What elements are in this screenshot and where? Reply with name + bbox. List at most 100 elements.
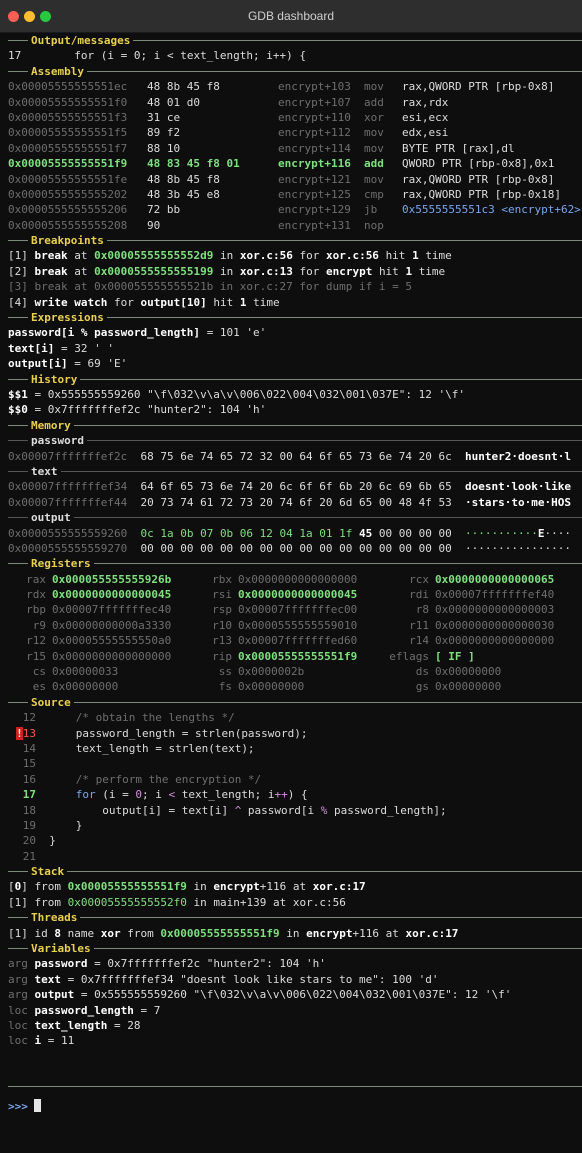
asm-symbol: encrypt+129 [278, 203, 351, 217]
source-line-current[interactable]: 17 for (i = 0; i < text_length; i++) { [8, 787, 582, 802]
register-value[interactable]: 0x0000000000000000 [429, 633, 565, 648]
gdb-prompt[interactable]: >>> [8, 1098, 582, 1114]
history-row[interactable]: $$0 = 0x7fffffffef2c "hunter2": 104 'h' [8, 402, 582, 417]
memory-row[interactable]: 0x00007fffffffef34 64 6f 65 73 6e 74 20 … [8, 479, 582, 494]
assembly-row[interactable]: 0x0000555555555202 48 3b 45 e8 encrypt+125… [8, 187, 582, 202]
breakpoint-row[interactable]: [4] write watch for output[10] hit 1 tim… [8, 295, 582, 310]
register-value[interactable]: 0x00000033 [46, 664, 194, 679]
assembly-row[interactable]: 0x00005555555551f5 89 f2 encrypt+112 mov edx… [8, 125, 582, 140]
source-line[interactable]: 19 } [8, 818, 582, 833]
assembly-row[interactable]: 0x00005555555551f7 88 10 encrypt+114 mov BYT… [8, 141, 582, 156]
register-value[interactable]: 0x00005555555551f9 [232, 649, 380, 664]
register-value[interactable]: 0x0000000000000030 [429, 618, 565, 633]
source-line[interactable]: 16 /* perform the encryption */ [8, 772, 582, 787]
thread-word: at [385, 926, 399, 940]
section-header-history: History [8, 372, 582, 387]
memory-row[interactable]: 0x00007fffffffef44 20 73 74 61 72 73 20 … [8, 495, 582, 510]
variable-row[interactable]: loc password_length = 7 [8, 1003, 582, 1018]
source-line[interactable]: 18 output[i] = text[i] ^ password[i % pa… [8, 803, 582, 818]
expression-value: = 32 ' ' [60, 341, 114, 355]
asm-bytes: 48 01 d0 [147, 95, 200, 109]
variable-row[interactable]: arg text = 0x7fffffffef34 "doesnt look l… [8, 972, 582, 987]
assembly-row[interactable]: 0x00005555555551f3 31 ce encrypt+110 xor esi… [8, 110, 582, 125]
register-value[interactable]: 0x0000000000000000 [46, 649, 194, 664]
assembly-row[interactable]: 0x0000555555555208 90 encrypt+131 nop [8, 218, 582, 233]
expression-row[interactable]: password[i % password_length] = 101 'e' [8, 325, 582, 340]
memory-label: output [28, 511, 74, 525]
source-line-breakpoint[interactable]: !13 password_length = strlen(password); [8, 726, 582, 741]
stack-frame-row[interactable]: [1] from 0x00005555555552f0 in main+139 … [8, 895, 582, 910]
breakpoint-kind: write watch [34, 295, 108, 309]
register-value[interactable]: 0x0000000000000065 [429, 572, 565, 587]
history-value: = 0x555555559260 "\f\032\v\a\v\006\022\0… [34, 387, 465, 401]
section-title: Assembly [28, 64, 87, 78]
memory-hex: 00 00 00 00 00 00 00 00 00 00 00 00 00 0… [140, 541, 452, 555]
register-value[interactable]: 0x00007fffffffef40 [429, 587, 565, 602]
section-header-variables: Variables [8, 941, 582, 956]
memory-row[interactable]: 0x0000555555559270 00 00 00 00 00 00 00 … [8, 541, 582, 556]
expression-row[interactable]: text[i] = 32 ' ' [8, 341, 582, 356]
register-value[interactable]: 0x00007fffffffed60 [232, 633, 380, 648]
asm-address: 0x00005555555551f0 [8, 95, 128, 109]
variable-name: text [34, 972, 62, 986]
breakpoint-row-disabled[interactable]: [3] break at 0x000055555555521b in xor.c… [8, 279, 582, 294]
register-name: rsi [212, 588, 232, 602]
register-value[interactable]: [ IF ] [429, 649, 565, 664]
assembly-row[interactable]: 0x0000555555555206 72 bb encrypt+129 jb 0x55… [8, 202, 582, 217]
register-value[interactable]: 0x00007fffffffec40 [46, 602, 194, 617]
asm-bytes: 89 f2 [147, 126, 181, 140]
gdb-dashboard[interactable]: Output/messages 17 for (i = 0; i < text_… [0, 33, 582, 1153]
breakpoint-row[interactable]: [1] break at 0x00005555555552d9 in xor.c… [8, 248, 582, 263]
breakpoint-row[interactable]: [2] break at 0x0000555555555199 in xor.c… [8, 264, 582, 279]
register-value[interactable]: 0x00000000 [232, 679, 380, 694]
register-value[interactable]: 0x00000000 [429, 664, 565, 679]
source-code: } [75, 818, 83, 832]
source-line[interactable]: 15 [8, 756, 582, 771]
register-value[interactable]: 0x000055555555926b [46, 572, 194, 587]
source-code: password_length = strlen(password); [75, 726, 308, 740]
register-value[interactable]: 0x0000000000000003 [429, 602, 565, 617]
source-line-number: 19 [22, 818, 36, 832]
register-value[interactable]: 0x0000555555559010 [232, 618, 380, 633]
source-line-number: 12 [22, 711, 36, 725]
memory-row[interactable]: 0x00007fffffffef2c 68 75 6e 74 65 72 32 … [8, 449, 582, 464]
source-line[interactable]: 21 [8, 849, 582, 864]
register-name: gs [415, 680, 429, 694]
source-line-number: 21 [22, 849, 36, 863]
register-value[interactable]: 0x0000000000000045 [46, 587, 194, 602]
expression-row[interactable]: output[i] = 69 'E' [8, 356, 582, 371]
register-value[interactable]: 0x00005555555550a0 [46, 633, 194, 648]
variable-row[interactable]: loc text_length = 28 [8, 1018, 582, 1033]
source-line[interactable]: 20 } [8, 833, 582, 848]
frame-location: xor.c:17 [312, 880, 366, 894]
register-value[interactable]: 0x0000000000000000 [232, 572, 380, 587]
watch-expression: output[10] [140, 295, 207, 309]
source-line[interactable]: 12 /* obtain the lengths */ [8, 710, 582, 725]
register-value[interactable]: 0x0000002b [232, 664, 380, 679]
stack-frame-row[interactable]: [0] from 0x00005555555551f9 in encrypt+1… [8, 879, 582, 894]
thread-name: xor [100, 926, 121, 940]
thread-row[interactable]: [1] id 8 name xor from 0x00005555555551f… [8, 926, 582, 941]
asm-address: 0x00005555555551f7 [8, 141, 128, 155]
register-value[interactable]: 0x00000000000a3330 [46, 618, 194, 633]
asm-bytes: 48 3b 45 e8 [147, 187, 220, 201]
variable-row[interactable]: arg output = 0x555555559260 "\f\032\v\a\… [8, 987, 582, 1002]
section-title: Stack [28, 865, 68, 879]
expression-value: = 69 'E' [74, 357, 128, 371]
assembly-row-current[interactable]: 0x00005555555551f9 48 83 45 f8 01 encrypt+… [8, 156, 582, 171]
register-value[interactable]: 0x00000000 [46, 679, 194, 694]
register-value[interactable]: 0x0000000000000045 [232, 587, 380, 602]
source-line-number: 13 [22, 726, 36, 740]
assembly-row[interactable]: 0x00005555555551ec 48 8b 45 f8 encrypt+103… [8, 79, 582, 94]
source-literal: 0 [135, 788, 142, 802]
register-value[interactable]: 0x00007fffffffec00 [232, 602, 380, 617]
assembly-row[interactable]: 0x00005555555551f0 48 01 d0 encrypt+107 add… [8, 95, 582, 110]
variable-row[interactable]: arg password = 0x7fffffffef2c "hunter2":… [8, 956, 582, 971]
register-value[interactable]: 0x00000000 [429, 679, 565, 694]
register-name: rsp [212, 603, 232, 617]
source-line[interactable]: 14 text_length = strlen(text); [8, 741, 582, 756]
memory-row[interactable]: 0x0000555555559260 0c 1a 0b 07 0b 06 12 … [8, 526, 582, 541]
history-row[interactable]: $$1 = 0x555555559260 "\f\032\v\a\v\006\0… [8, 387, 582, 402]
assembly-row[interactable]: 0x00005555555551fe 48 8b 45 f8 encrypt+121… [8, 172, 582, 187]
variable-row[interactable]: loc i = 11 [8, 1033, 582, 1048]
